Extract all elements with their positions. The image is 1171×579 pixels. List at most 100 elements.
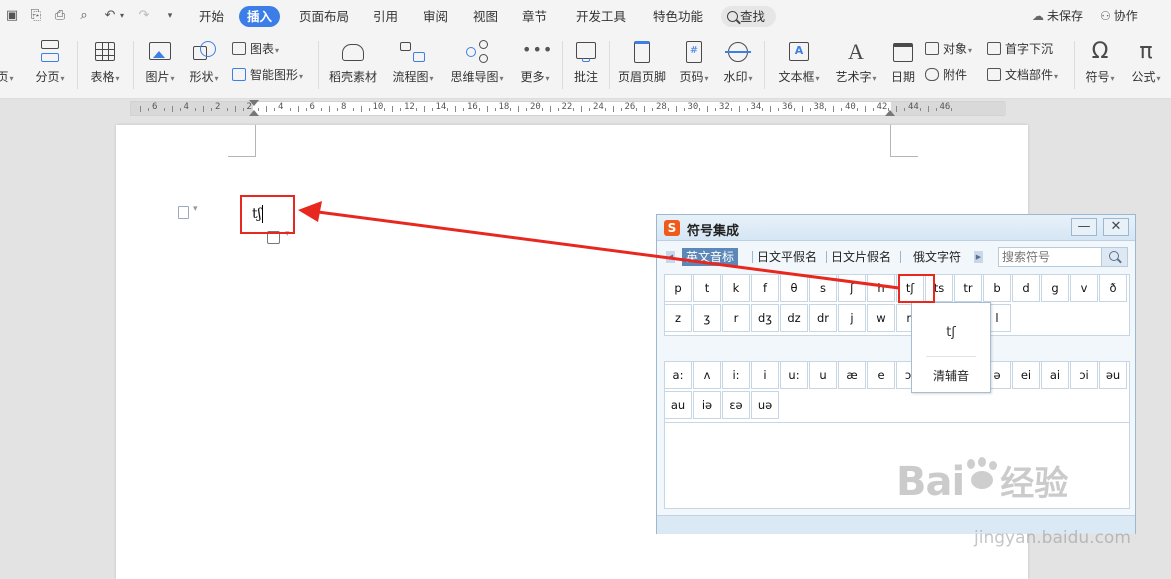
vowel-symbol-cell[interactable]: u: [780, 361, 808, 389]
consonant-symbol-cell[interactable]: tr [954, 274, 982, 302]
wordart-tool[interactable]: A 艺术字▾ [833, 33, 879, 95]
picture-tool[interactable]: 图片▾ [141, 33, 179, 95]
unsaved-status[interactable]: ☁ 未保存 [1032, 6, 1083, 27]
flowchart-tool[interactable]: 流程图▾ [389, 33, 437, 95]
vowel-symbol-cell[interactable]: a: [664, 361, 692, 389]
consonant-symbol-cell[interactable]: b [983, 274, 1011, 302]
shape-tool[interactable]: 形状▾ [185, 33, 223, 95]
more-tool[interactable]: ••• 更多▾ [515, 33, 555, 95]
undo-icon[interactable]: ↶ [102, 8, 118, 24]
consonant-symbol-cell[interactable]: dz [780, 304, 808, 332]
tab-russian[interactable]: 俄文字符 [909, 248, 965, 266]
consonant-symbol-cell[interactable]: d [1012, 274, 1040, 302]
right-indent-marker[interactable] [885, 110, 895, 116]
search-command[interactable]: 查找 [721, 6, 776, 27]
dialog-titlebar[interactable]: S 符号集成 — ✕ [657, 215, 1135, 241]
consonant-symbol-cell[interactable]: ʃ [838, 274, 866, 302]
menu-review[interactable]: 审阅 [415, 6, 456, 27]
consonant-symbol-cell[interactable]: z [664, 304, 692, 332]
consonant-symbol-cell[interactable]: g [1041, 274, 1069, 302]
vowel-symbol-cell[interactable]: au [664, 391, 692, 419]
tab-english-phonetic[interactable]: 英文音标 [682, 248, 739, 266]
customize-toolbar-icon[interactable]: ▾ [162, 8, 178, 24]
collaborate-button[interactable]: ⚇ 协作 [1100, 6, 1138, 27]
object-tool[interactable]: 对象▾ [925, 39, 972, 59]
vowel-symbol-cell[interactable]: iə [693, 391, 721, 419]
header-footer-tool[interactable]: 页眉页脚 [615, 33, 669, 95]
consonant-symbol-cell[interactable]: ð [1099, 274, 1127, 302]
vowel-symbol-cell[interactable]: ei [1012, 361, 1040, 389]
consonant-symbol-cell[interactable]: j [838, 304, 866, 332]
tabs-next-icon[interactable]: ▶ [974, 251, 983, 263]
vowel-symbol-cell[interactable]: əu [1099, 361, 1127, 389]
table-tool[interactable]: 表格▾ [86, 33, 124, 95]
formula-tool[interactable]: π 公式▾ [1126, 33, 1166, 95]
consonant-symbol-cell[interactable]: h [867, 274, 895, 302]
consonant-symbol-cell[interactable]: ʒ [693, 304, 721, 332]
consonant-symbol-cell[interactable]: v [1070, 274, 1098, 302]
tab-katakana[interactable]: 日文片假名 [827, 248, 895, 266]
share-icon[interactable]: ⎘ [28, 8, 44, 24]
menu-view[interactable]: 视图 [465, 6, 506, 27]
tab-hiragana[interactable]: 日文平假名 [753, 248, 821, 266]
vowel-symbol-cell[interactable]: uə [751, 391, 779, 419]
menu-references[interactable]: 引用 [365, 6, 406, 27]
undo-dropdown-icon[interactable]: ▾ [118, 8, 126, 24]
save-icon[interactable]: ▣ [4, 8, 20, 24]
vowel-symbol-cell[interactable]: ai [1041, 361, 1069, 389]
daoke-material-tool[interactable]: 稻壳素材 [327, 33, 379, 95]
vowel-symbol-cell[interactable]: ɔi [1070, 361, 1098, 389]
first-indent-marker[interactable] [249, 100, 259, 106]
vowel-symbol-cell[interactable]: u [809, 361, 837, 389]
consonant-symbol-cell[interactable]: w [867, 304, 895, 332]
dropcap-tool[interactable]: 首字下沉 [987, 39, 1053, 59]
vowel-symbol-cell[interactable]: εə [722, 391, 750, 419]
mindmap-tool[interactable]: 思维导图▾ [447, 33, 507, 95]
vowel-symbol-cell[interactable]: i: [722, 361, 750, 389]
print-icon[interactable]: ⎙ [52, 8, 68, 24]
redo-icon[interactable]: ↷ [136, 8, 152, 24]
consonant-symbol-cell[interactable]: p [664, 274, 692, 302]
chart-tool[interactable]: 图表▾ [232, 39, 279, 59]
page-tool[interactable]: 页▾ [0, 33, 16, 95]
consonant-symbol-cell[interactable]: s [809, 274, 837, 302]
menu-features[interactable]: 特色功能 [645, 6, 711, 27]
doc-parts-tool[interactable]: 文档部件▾ [987, 65, 1058, 85]
consonant-symbol-cell[interactable]: f [751, 274, 779, 302]
search-button-icon[interactable] [1101, 248, 1127, 266]
horizontal-ruler[interactable]: 6 4 2 2 4 6 8 10 12 14 16 18 20 22 24 26 28 30 32 34 36 38 40 4… [0, 99, 1171, 120]
ruler-strip[interactable]: 6 4 2 2 4 6 8 10 12 14 16 18 20 22 24 26 28 30 32 34 36 38 40 4… [130, 101, 1006, 116]
menu-developer[interactable]: 开发工具 [568, 6, 634, 27]
page-number-tool[interactable]: # 页码▾ [675, 33, 713, 95]
menu-chapter[interactable]: 章节 [514, 6, 555, 27]
symbol-tool[interactable]: Ω 符号▾ [1080, 33, 1120, 95]
print-preview-icon[interactable]: ⌕ [76, 8, 92, 24]
smart-graphic-tool[interactable]: 智能图形▾ [232, 65, 303, 85]
close-button[interactable]: ✕ [1103, 218, 1129, 236]
textbox-tool[interactable]: A 文本框▾ [776, 33, 822, 95]
watermark-tool[interactable]: 水印▾ [719, 33, 757, 95]
consonant-symbol-cell[interactable]: dr [809, 304, 837, 332]
symbol-search-input[interactable] [999, 248, 1101, 266]
vowel-symbol-cell[interactable]: e [867, 361, 895, 389]
consonant-symbol-cell[interactable]: t [693, 274, 721, 302]
page-break-tool[interactable]: 分页▾ [30, 33, 70, 95]
header-footer-icon [629, 40, 655, 64]
comment-tool[interactable]: 批注 [569, 33, 603, 95]
vowel-symbol-cell[interactable]: æ [838, 361, 866, 389]
menu-insert[interactable]: 插入 [239, 6, 281, 27]
date-tool[interactable]: 日期 [888, 33, 918, 95]
minimize-button[interactable]: — [1071, 218, 1097, 236]
paragraph-layout-icon[interactable] [178, 204, 198, 219]
vowel-symbol-cell[interactable]: i [751, 361, 779, 389]
consonant-symbol-cell[interactable]: k [722, 274, 750, 302]
menu-home[interactable]: 开始 [191, 6, 232, 27]
menu-page-layout[interactable]: 页面布局 [291, 6, 357, 27]
vowel-symbol-cell[interactable]: ʌ [693, 361, 721, 389]
attachment-tool[interactable]: 附件 [925, 65, 967, 85]
consonant-symbol-cell[interactable]: dʒ [751, 304, 779, 332]
consonant-symbol-cell[interactable]: r [722, 304, 750, 332]
left-indent-marker[interactable] [249, 110, 259, 116]
tabs-prev-icon[interactable]: ◀ [666, 251, 675, 263]
consonant-symbol-cell[interactable]: θ [780, 274, 808, 302]
